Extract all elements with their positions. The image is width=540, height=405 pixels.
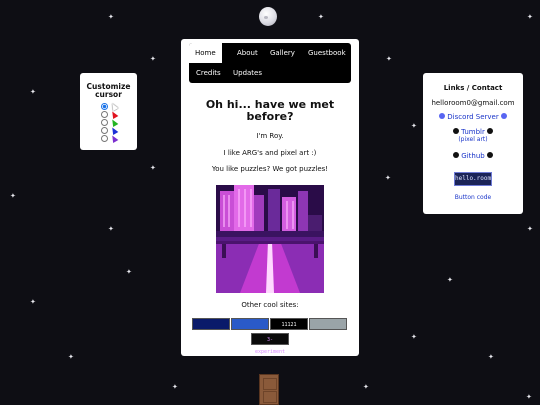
- star-icon: ✦: [447, 276, 453, 284]
- pixel-art-cityscape: [216, 185, 324, 293]
- tumblr-icon: [453, 128, 460, 134]
- site-badge[interactable]: [231, 318, 269, 330]
- cursor-option[interactable]: [84, 117, 133, 127]
- star-icon: ✦: [411, 122, 417, 130]
- cursor-customizer-title: Customize cursor: [86, 82, 131, 99]
- site-badge[interactable]: 3-experiment: [251, 333, 289, 355]
- cursor-option[interactable]: [84, 125, 133, 135]
- nav-home[interactable]: Home: [189, 43, 222, 63]
- site-badge[interactable]: [309, 318, 347, 330]
- star-icon: ✦: [126, 268, 132, 276]
- star-icon: ✦: [30, 298, 36, 306]
- star-icon: ✦: [30, 88, 36, 96]
- links-panel: Links / Contact helloroom0@gmail.com Dis…: [423, 73, 523, 214]
- github-link[interactable]: Github: [423, 152, 523, 160]
- site-badge[interactable]: 11121: [270, 318, 308, 330]
- nav-updates[interactable]: Updates: [233, 68, 262, 78]
- hello-room-badge[interactable]: hello.room: [454, 172, 492, 186]
- intro-interests: I like ARG's and pixel art :): [223, 149, 317, 157]
- nav-credits[interactable]: Credits: [196, 68, 221, 78]
- cursor-option[interactable]: [84, 109, 133, 119]
- star-icon: ✦: [150, 55, 156, 63]
- nav-guestbook[interactable]: Guestbook: [308, 48, 346, 58]
- moon-icon: [259, 7, 277, 26]
- links-title: Links / Contact: [443, 84, 503, 92]
- star-icon: ✦: [386, 55, 392, 63]
- door-icon[interactable]: [259, 374, 279, 405]
- github-icon: [486, 152, 493, 158]
- intro-name: I'm Roy.: [256, 132, 284, 140]
- cursor-option[interactable]: [84, 101, 133, 111]
- tumblr-link-label[interactable]: Tumblr: [461, 128, 485, 136]
- site-badge[interactable]: [192, 318, 230, 330]
- discord-link[interactable]: Discord Server: [423, 113, 523, 121]
- star-icon: ✦: [488, 353, 494, 361]
- tumblr-subtitle: (pixel art): [423, 136, 523, 143]
- star-icon: ✦: [527, 13, 533, 21]
- page-title: Oh hi... have we met before?: [205, 98, 335, 123]
- star-icon: ✦: [411, 333, 417, 341]
- intro-puzzles: You like puzzles? We got puzzles!: [211, 165, 329, 173]
- nav-about[interactable]: About: [237, 48, 258, 58]
- star-icon: ✦: [108, 13, 114, 21]
- cursor-radio[interactable]: [100, 134, 108, 142]
- cursor-radio[interactable]: [100, 118, 108, 126]
- star-icon: ✦: [150, 164, 156, 172]
- tumblr-link[interactable]: Tumblr: [423, 128, 523, 136]
- nav-bar: Home About Gallery Guestbook Credits Upd…: [189, 43, 351, 83]
- star-icon: ✦: [527, 225, 533, 233]
- cursor-radio[interactable]: [100, 126, 108, 134]
- nav-gallery[interactable]: Gallery: [270, 48, 295, 58]
- discord-link-label[interactable]: Discord Server: [447, 113, 499, 121]
- cursor-option[interactable]: [84, 133, 133, 143]
- star-icon: ✦: [172, 383, 178, 391]
- cursor-arrow-icon: [109, 133, 118, 143]
- star-icon: ✦: [363, 383, 369, 391]
- star-icon: ✦: [10, 192, 16, 200]
- discord-icon: [500, 113, 507, 119]
- github-icon: [453, 152, 460, 158]
- tumblr-icon: [486, 128, 493, 134]
- tumblr-subtitle-text: (pixel art): [458, 136, 488, 143]
- star-icon: ✦: [526, 393, 532, 401]
- star-icon: ✦: [318, 13, 324, 21]
- star-icon: ✦: [68, 353, 74, 361]
- star-icon: ✦: [385, 174, 391, 182]
- cursor-radio[interactable]: [100, 110, 108, 118]
- discord-icon: [439, 113, 446, 119]
- star-icon: ✦: [108, 225, 114, 233]
- cursor-options: [84, 101, 133, 143]
- button-code-label[interactable]: Button code: [455, 194, 491, 201]
- main-panel: Home About Gallery Guestbook Credits Upd…: [181, 39, 359, 356]
- github-link-label[interactable]: Github: [461, 152, 484, 160]
- cursor-customizer: Customize cursor: [80, 73, 137, 150]
- cursor-radio[interactable]: [100, 102, 108, 110]
- contact-email[interactable]: helloroom0@gmail.com: [423, 99, 523, 107]
- other-sites-label: Other cool sites:: [241, 301, 299, 309]
- button-code-link[interactable]: Button code: [423, 194, 523, 202]
